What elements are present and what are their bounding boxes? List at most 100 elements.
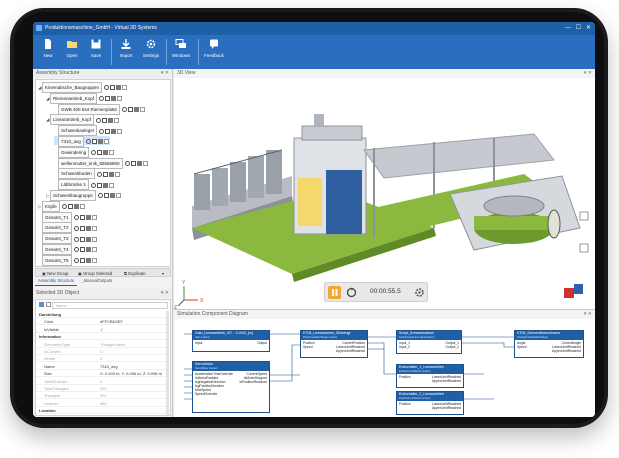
tree-item[interactable]: ▷ Schwenkbaugruppe xyxy=(46,190,122,201)
options-dropdown[interactable] xyxy=(114,117,120,123)
input-port[interactable]: Speed xyxy=(303,345,313,349)
options-dropdown[interactable] xyxy=(114,171,120,177)
options-dropdown[interactable] xyxy=(91,258,97,264)
options-dropdown[interactable] xyxy=(103,139,109,145)
options-dropdown[interactable] xyxy=(91,247,97,253)
tree-item[interactable]: ◢ Linearantrieb_Kopf xyxy=(46,114,120,126)
property-row[interactable]: IsVisible ✓ xyxy=(36,326,168,333)
visibility-eye-icon[interactable] xyxy=(122,106,128,112)
enable-checkbox[interactable] xyxy=(102,171,108,177)
3d-view-panel[interactable]: 3D View ▾ ✕ X Y Z 00:00:55.5 xyxy=(174,69,595,309)
3d-scene[interactable]: X Y Z xyxy=(174,78,595,309)
tree-item[interactable]: wellenmutter_knik_65556800 xyxy=(54,157,149,169)
input-port[interactable]: Position xyxy=(399,375,411,379)
tree-item[interactable]: 7310_avg xyxy=(54,136,110,147)
visibility-eye-icon[interactable] xyxy=(73,214,79,220)
property-row[interactable]: TotalTriangles 532 xyxy=(36,385,168,393)
input-port[interactable]: Position xyxy=(399,402,411,406)
output-port[interactable]: UpperLimitReached xyxy=(552,349,581,353)
input-port[interactable]: Speed xyxy=(517,345,527,349)
settings-button[interactable]: Settings xyxy=(138,38,164,66)
diagram-block[interactable]: ServoMotor ServoMotor (meter) Acceleration… xyxy=(192,361,270,413)
diagram-block[interactable]: Endschalter_2_Linearantrieb PositionLimit… xyxy=(396,391,464,415)
minimize-button[interactable]: — xyxy=(565,22,571,35)
options-dropdown[interactable] xyxy=(91,236,97,242)
options-dropdown[interactable] xyxy=(91,214,97,220)
visibility-eye-icon[interactable] xyxy=(61,204,67,210)
output-port[interactable]: UpperLimitReached xyxy=(432,406,461,410)
enable-checkbox[interactable] xyxy=(79,225,85,231)
output-port[interactable]: Output xyxy=(257,341,267,345)
visibility-eye-icon[interactable] xyxy=(96,171,102,177)
duplicate-button[interactable]: ⧉ Duplicate xyxy=(122,270,148,276)
tree-item[interactable]: Läbbrücke 1 xyxy=(54,179,115,191)
tree-item[interactable]: Schwenkauleger xyxy=(54,125,123,137)
tree-item[interactable]: ◢ Riemenantrieb_Kopf xyxy=(46,92,123,104)
group-selected-button[interactable]: ▣ Group Selected xyxy=(76,270,114,276)
tree-item[interactable]: Gesamt_T5 xyxy=(38,254,98,266)
color-swatch[interactable] xyxy=(134,106,140,112)
simulation-diagram-panel[interactable]: Simulation Component Diagram ▾ ✕ Gain_Li… xyxy=(174,309,595,417)
input-port[interactable]: Input xyxy=(195,341,202,345)
enable-checkbox[interactable] xyxy=(96,182,102,188)
enable-checkbox[interactable] xyxy=(102,117,108,123)
property-row[interactable]: Kinder 0 xyxy=(36,355,168,363)
sort-alpha-icon[interactable] xyxy=(46,302,51,307)
options-dropdown[interactable] xyxy=(140,106,146,112)
new-button[interactable]: New xyxy=(35,38,61,66)
tree-item[interactable]: Gesamt_T2 xyxy=(38,222,98,234)
color-swatch[interactable] xyxy=(136,160,142,166)
visibility-eye-icon[interactable] xyxy=(97,193,103,199)
tree-item[interactable]: Gewindering xyxy=(54,146,115,158)
visibility-eye-icon[interactable] xyxy=(104,85,110,91)
pin-icon[interactable]: ▾ ✕ xyxy=(584,310,592,319)
categorized-view-icon[interactable] xyxy=(39,302,44,307)
color-swatch[interactable] xyxy=(97,139,103,145)
color-swatch[interactable] xyxy=(102,182,108,188)
output-port[interactable]: Output_2 xyxy=(445,345,459,349)
color-swatch[interactable] xyxy=(111,96,117,102)
input-port[interactable]: SpeedOverride xyxy=(195,392,217,396)
enable-checkbox[interactable] xyxy=(79,236,85,242)
input-port[interactable]: Input_2 xyxy=(399,345,410,349)
save-button[interactable]: Save xyxy=(83,38,109,66)
color-swatch[interactable] xyxy=(116,85,122,91)
close-button[interactable]: ✕ xyxy=(586,22,591,35)
visibility-eye-icon[interactable] xyxy=(73,258,79,264)
visibility-eye-icon[interactable] xyxy=(73,247,79,253)
options-dropdown[interactable] xyxy=(115,193,121,199)
windows-button[interactable]: Windows xyxy=(168,38,194,66)
diagram-block[interactable]: Gain_Linearantrieb_IST - 1/1000_{m} Gain … xyxy=(192,330,270,352)
enable-checkbox[interactable] xyxy=(97,150,103,156)
open-button[interactable]: Open xyxy=(59,38,85,66)
visibility-eye-icon[interactable] xyxy=(124,160,130,166)
property-row[interactable]: Size X: 0.003 m; Y: 0.096 m; Z: 0.096 m xyxy=(36,370,168,378)
property-row[interactable]: Darstellung xyxy=(36,311,168,319)
reset-button[interactable] xyxy=(345,286,358,299)
pin-icon[interactable]: ▾ ✕ xyxy=(161,69,169,78)
enable-checkbox[interactable] xyxy=(110,85,116,91)
tab-assembly-structure[interactable]: Assembly Structure xyxy=(35,277,78,286)
options-dropdown[interactable] xyxy=(142,160,148,166)
tree-item[interactable]: Gesamt_T1 xyxy=(38,211,98,223)
options-dropdown[interactable] xyxy=(79,204,85,210)
property-row[interactable]: Color #FFCBD2EF xyxy=(36,318,168,326)
options-dropdown[interactable] xyxy=(91,225,97,231)
visibility-eye-icon[interactable] xyxy=(91,150,97,156)
enable-checkbox[interactable] xyxy=(79,258,85,264)
enable-checkbox[interactable] xyxy=(130,160,136,166)
playback-settings-button[interactable] xyxy=(413,286,426,299)
pin-icon[interactable]: ▾ ✕ xyxy=(161,289,169,298)
tree-item[interactable]: Schwenkboden xyxy=(54,168,121,180)
import-button[interactable]: Import xyxy=(113,38,139,66)
enable-checkbox[interactable] xyxy=(103,193,109,199)
options-dropdown[interactable] xyxy=(117,128,123,134)
enable-checkbox[interactable] xyxy=(67,204,73,210)
enable-checkbox[interactable] xyxy=(79,247,85,253)
toolbar-more-dropdown[interactable]: ▾ xyxy=(160,270,166,276)
property-row[interactable]: Triangles 532 xyxy=(36,392,168,400)
diagram-block[interactable]: KT06_Linearantrieb_Gleisengl DriveTransla… xyxy=(300,330,368,358)
property-row[interactable]: Name 7310_avg xyxy=(36,363,168,370)
color-swatch[interactable] xyxy=(103,150,109,156)
tab-manual-outputs[interactable]: _ManualOutputs xyxy=(78,277,115,285)
